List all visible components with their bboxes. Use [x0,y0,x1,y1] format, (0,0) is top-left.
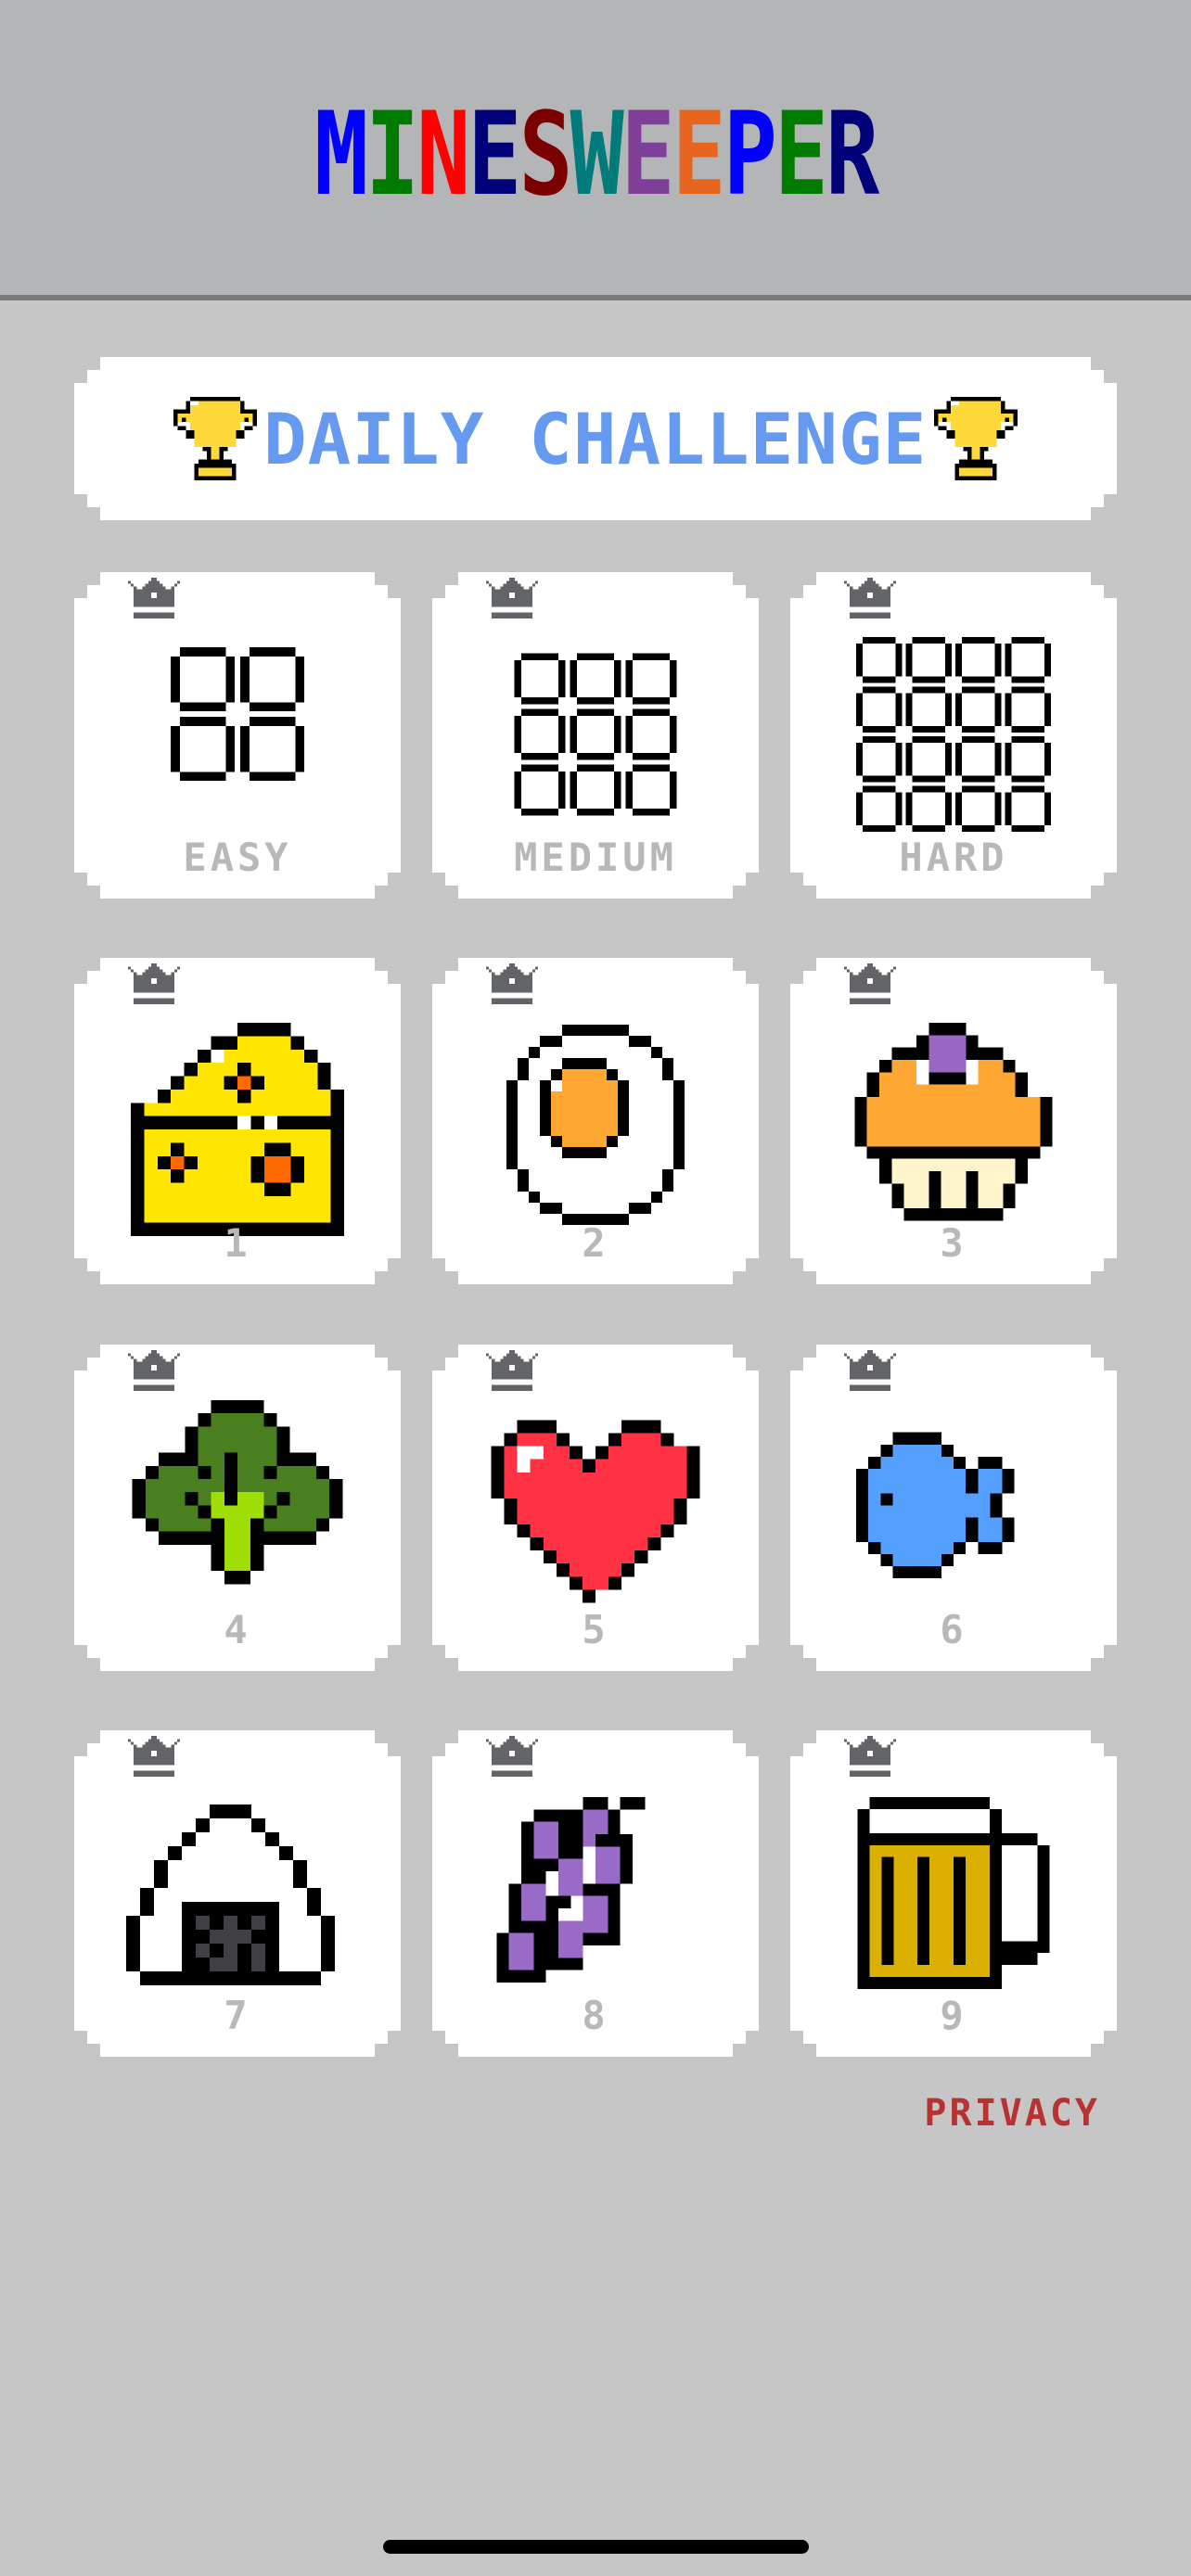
grid-3x3-icon [512,651,679,818]
crown-icon [844,578,896,618]
difficulty-label: EASY [183,835,292,880]
beer-mug-icon [856,1797,1051,2001]
level-number: 6 [940,1607,967,1652]
grid-cell [1005,687,1051,733]
title-letter: N [416,88,470,222]
level-card-3[interactable]: 3 [790,958,1117,1284]
level-card-4[interactable]: 4 [74,1345,401,1671]
level-number: 4 [224,1607,251,1652]
crown-icon [128,1736,180,1777]
grid-cell [171,647,235,711]
grid-cell [906,736,952,782]
grid-4x4-icon [854,635,1053,834]
onigiri-icon [126,1800,349,2004]
grid-cell [570,653,621,704]
app-title: MINESWEEPER [131,97,1060,212]
grid-cell [514,764,565,815]
crown-icon [486,1736,538,1777]
title-letter: E [467,88,521,222]
crown-icon [486,578,538,618]
crown-icon [844,1736,896,1777]
level-card-6[interactable]: 6 [790,1345,1117,1671]
heart-icon [492,1411,700,1625]
level-number: 2 [582,1220,609,1266]
level-card-2[interactable]: 2 [432,958,759,1284]
grid-cell [1005,786,1051,832]
difficulty-label: MEDIUM [514,835,677,880]
title-letter: R [826,88,879,222]
crown-icon [128,963,180,1004]
trophy-icon [934,397,1018,480]
title-letter: M [314,88,368,222]
grid-cell [514,708,565,759]
difficulty-card-easy[interactable]: EASY [74,572,401,899]
level-number: 8 [582,1993,609,2038]
title-letter: S [519,88,572,222]
difficulty-card-hard[interactable]: HARD [790,572,1117,899]
crown-icon [844,1350,896,1391]
fried-egg-icon [493,1025,698,1247]
grid-cell [955,736,1001,782]
title-letter: P [723,88,777,222]
level-number: 9 [940,1993,967,2038]
crown-icon [128,578,180,618]
grid-cell [1005,736,1051,782]
mushroom-icon [852,1023,1056,1245]
grid-cell [625,653,676,704]
grid-cell [171,717,235,781]
level-number: 5 [582,1607,609,1652]
grid-2x2-icon [168,644,307,784]
fish-icon [856,1428,1051,1595]
grid-cell [625,764,676,815]
title-letter: E [672,88,726,222]
crown-icon [128,1350,180,1391]
grid-cell [570,708,621,759]
level-card-8[interactable]: 8 [432,1730,759,2057]
cheese-icon [131,1023,344,1236]
grid-cell [906,637,952,682]
title-letter: E [774,88,828,222]
grid-cell [240,717,304,781]
grapes-icon [496,1797,696,2020]
home-indicator[interactable] [383,2540,809,2554]
grid-cell [856,687,902,733]
daily-challenge-label: DAILY CHALLENGE [263,397,928,480]
grid-cell [906,687,952,733]
grid-cell [955,687,1001,733]
grid-cell [955,637,1001,682]
level-card-7[interactable]: 7 [74,1730,401,2057]
grid-cell [856,786,902,832]
grid-cell [856,736,902,782]
level-number: 7 [224,1993,251,2038]
level-card-1[interactable]: 1 [74,958,401,1284]
level-number: 3 [940,1220,967,1266]
crown-icon [844,963,896,1004]
grid-cell [906,786,952,832]
grid-cell [955,786,1001,832]
title-letter: E [621,88,675,222]
grid-cell [514,653,565,704]
daily-challenge-button[interactable]: DAILY CHALLENGE [74,357,1117,520]
level-number: 1 [224,1220,251,1266]
level-card-5[interactable]: 5 [432,1345,759,1671]
difficulty-card-medium[interactable]: MEDIUM [432,572,759,899]
header-divider [0,295,1191,300]
privacy-link[interactable]: PRIVACY [924,2092,1100,2135]
spinach-icon [131,1400,344,1637]
grid-cell [240,647,304,711]
grid-cell [625,708,676,759]
title-letter: W [570,88,623,222]
crown-icon [486,1350,538,1391]
trophy-icon [173,397,257,480]
crown-icon [486,963,538,1004]
level-card-9[interactable]: 9 [790,1730,1117,2057]
grid-cell [856,637,902,682]
grid-cell [1005,637,1051,682]
grid-cell [570,764,621,815]
difficulty-label: HARD [899,835,1008,880]
title-letter: I [365,88,419,222]
